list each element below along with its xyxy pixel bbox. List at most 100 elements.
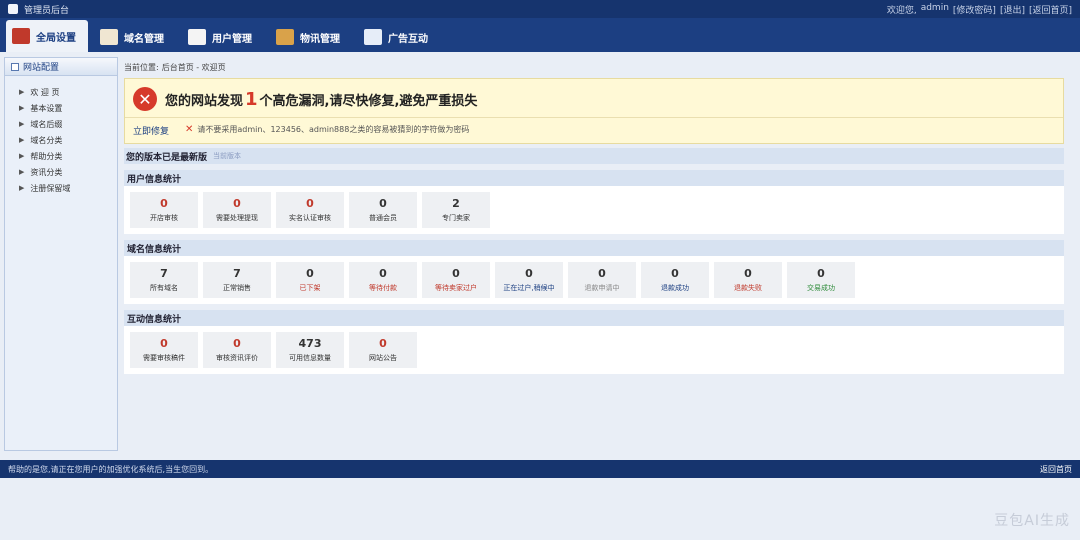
tab-info-management[interactable]: 物讯管理	[270, 22, 352, 52]
sidebar-item-basic-settings[interactable]: ▶ 基本设置	[19, 100, 117, 116]
sidebar-header[interactable]: 网站配置	[5, 58, 117, 76]
stat-card[interactable]: 0 已下架	[276, 262, 344, 298]
sidebar-header-label: 网站配置	[23, 63, 60, 73]
stat-card[interactable]: 0 实名认证审核	[276, 192, 344, 228]
breadcrumb-path[interactable]: 后台首页 - 欢迎页	[162, 62, 226, 73]
sidebar-item-label: 帮助分类	[30, 151, 63, 161]
user-stats-section: 用户信息统计 0 开店审核 0 需要处理提现 0 实名认证审核 0 普通会员 2 专门卖家	[124, 170, 1064, 234]
app-title: 管理员后台	[24, 5, 70, 16]
chevron-right-icon: ▶	[19, 88, 25, 96]
tab-label: 全局设置	[36, 32, 76, 44]
stat-card[interactable]: 0 需要处理提现	[203, 192, 271, 228]
section-title: 用户信息统计	[124, 170, 1064, 186]
stat-value: 7	[160, 267, 168, 280]
sidebar-item-label: 资讯分类	[30, 167, 63, 177]
stat-value: 0	[233, 197, 241, 210]
stat-label: 正常销售	[223, 284, 251, 292]
tab-global-settings[interactable]: 全局设置	[6, 20, 88, 52]
stat-value: 0	[525, 267, 533, 280]
sidebar-item-news-category[interactable]: ▶ 资讯分类	[19, 164, 117, 180]
stat-card[interactable]: 0 网站公告	[349, 332, 417, 368]
stat-value: 0	[233, 337, 241, 350]
stat-cards: 0 需要审核稿件 0 审核资讯评价 473 可用信息数量 0 网站公告	[124, 326, 1064, 374]
back-home-link[interactable]: [返回首页]	[1029, 3, 1072, 16]
stat-card[interactable]: 473 可用信息数量	[276, 332, 344, 368]
username: admin	[920, 2, 949, 13]
stat-card[interactable]: 0 需要审核稿件	[130, 332, 198, 368]
status-bar: 帮助的是您,请正在您用户的加强优化系统后,当生您回到。 返回首页	[0, 460, 1080, 478]
version-bar: 您的版本已是最新版 当前版本	[124, 148, 1064, 164]
sidebar-item-domain-category[interactable]: ▶ 域名分类	[19, 132, 117, 148]
stat-card[interactable]: 0 开店审核	[130, 192, 198, 228]
breadcrumb-label: 当前位置:	[124, 62, 159, 72]
stat-label: 等待卖家过户	[435, 284, 477, 292]
stat-label: 普通会员	[369, 214, 397, 222]
stat-label: 退款失败	[734, 284, 762, 292]
tab-label: 广告互动	[388, 33, 428, 45]
domain-stats-section: 域名信息统计 7 所有域名 7 正常销售 0 已下架 0 等待付款 0 等待卖家过户 0 正…	[124, 240, 1064, 304]
interaction-stats-section: 互动信息统计 0 需要审核稿件 0 审核资讯评价 473 可用信息数量 0 网站公告	[124, 310, 1064, 374]
vulnerability-count: 1	[245, 89, 258, 110]
stat-card[interactable]: 7 所有域名	[130, 262, 198, 298]
ad-icon	[364, 29, 382, 45]
breadcrumb: 当前位置: 后台首页 - 欢迎页	[124, 60, 1064, 74]
security-alert: ✕ 您的网站发现 1 个高危漏洞,请尽快修复,避免严重损失 立即修复 ✕ 请不要…	[124, 78, 1064, 144]
stat-value: 0	[379, 267, 387, 280]
warning-x-icon: ✕	[185, 124, 194, 135]
stat-card[interactable]: 0 等待付款	[349, 262, 417, 298]
tab-domain-management[interactable]: 域名管理	[94, 22, 176, 52]
stat-card[interactable]: 0 交易成功	[787, 262, 855, 298]
chevron-right-icon: ▶	[19, 152, 25, 160]
tab-user-management[interactable]: 用户管理	[182, 22, 264, 52]
back-home-button[interactable]: 返回首页	[1040, 464, 1072, 475]
stat-value: 0	[160, 337, 168, 350]
stat-value: 0	[744, 267, 752, 280]
divider	[125, 117, 1063, 118]
sidebar-item-label: 基本设置	[30, 103, 63, 113]
alert-title-pre: 您的网站发现	[165, 94, 244, 109]
stat-label: 正在过户,稍候中	[503, 284, 555, 292]
chevron-right-icon: ▶	[19, 184, 25, 192]
stat-card[interactable]: 7 正常销售	[203, 262, 271, 298]
stat-card[interactable]: 2 专门卖家	[422, 192, 490, 228]
tab-label: 域名管理	[124, 33, 164, 45]
stat-label: 退款申请中	[584, 284, 620, 292]
stat-card[interactable]: 0 普通会员	[349, 192, 417, 228]
change-password-link[interactable]: [修改密码]	[953, 3, 996, 16]
stat-label: 需要处理提现	[216, 214, 258, 222]
users-icon	[188, 29, 206, 45]
sidebar-item-help-category[interactable]: ▶ 帮助分类	[19, 148, 117, 164]
tab-label: 用户管理	[212, 33, 252, 45]
stat-value: 7	[233, 267, 241, 280]
main-nav: 全局设置 域名管理 用户管理 物讯管理 广告互动	[0, 18, 1080, 52]
chevron-right-icon: ▶	[19, 168, 25, 176]
sidebar-item-reserved-domains[interactable]: ▶ 注册保留域	[19, 180, 117, 196]
stat-card[interactable]: 0 退款成功	[641, 262, 709, 298]
fix-now-link[interactable]: 立即修复	[133, 124, 169, 137]
user-links: 欢迎您, admin [修改密码] [退出] [返回首页]	[887, 3, 1080, 16]
sidebar-item-domain-suffix[interactable]: ▶ 域名后缀	[19, 116, 117, 132]
stat-value: 0	[306, 267, 314, 280]
stat-card[interactable]: 0 审核资讯评价	[203, 332, 271, 368]
tip-text: 请不要采用admin、123456、admin888之类的容易被猜到的字符做为密…	[197, 125, 470, 134]
stat-card[interactable]: 0 等待卖家过户	[422, 262, 490, 298]
logout-link[interactable]: [退出]	[1000, 3, 1025, 16]
password-tip: ✕ 请不要采用admin、123456、admin888之类的容易被猜到的字符做…	[185, 124, 469, 135]
tab-ad-interaction[interactable]: 广告互动	[358, 22, 440, 52]
stat-value: 0	[379, 337, 387, 350]
top-bar: 管理员后台 欢迎您, admin [修改密码] [退出] [返回首页]	[0, 0, 1080, 18]
alert-title-post: 个高危漏洞,请尽快修复,避免严重损失	[259, 94, 478, 109]
stat-value: 2	[452, 197, 460, 210]
stat-card[interactable]: 0 正在过户,稍候中	[495, 262, 563, 298]
stat-value: 0	[671, 267, 679, 280]
sidebar-item-welcome[interactable]: ▶ 欢 迎 页	[19, 84, 117, 100]
stat-label: 需要审核稿件	[143, 354, 185, 362]
stat-value: 0	[598, 267, 606, 280]
stat-label: 开店审核	[150, 214, 178, 222]
stat-label: 已下架	[299, 284, 321, 292]
stat-value: 473	[298, 337, 322, 350]
stat-card[interactable]: 0 退款失败	[714, 262, 782, 298]
version-small: 当前版本	[213, 152, 242, 160]
stat-card[interactable]: 0 退款申请中	[568, 262, 636, 298]
section-title: 域名信息统计	[124, 240, 1064, 256]
